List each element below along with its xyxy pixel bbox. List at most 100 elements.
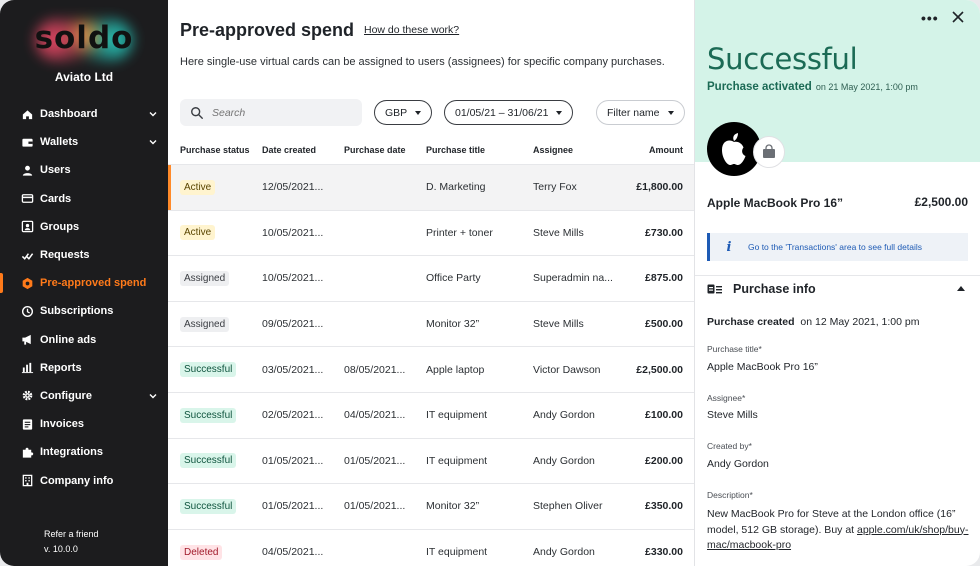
sidebar-item-company-info[interactable]: Company info (0, 466, 168, 494)
date-range-value: 01/05/21 – 31/06/21 (455, 106, 549, 119)
sidebar: soldo Aviato Ltd Dashboard Wallets Users Ca… (0, 0, 168, 566)
column-header[interactable]: Amount (649, 145, 683, 155)
invoices-icon (20, 417, 34, 431)
sidebar-item-reports[interactable]: Reports (0, 354, 168, 382)
currency-value: GBP (385, 106, 408, 119)
column-header[interactable]: Assignee (533, 145, 573, 155)
sidebar-item-users[interactable]: Users (0, 156, 168, 184)
status-badge: Assigned (180, 270, 230, 286)
currency-dropdown[interactable]: GBP (374, 100, 433, 125)
divider (695, 275, 980, 276)
purchase-date-cell: 01/05/2021... (344, 500, 406, 513)
status-cell: Active (180, 225, 216, 241)
column-header[interactable]: Purchase title (426, 145, 485, 155)
caret-up-icon (957, 286, 965, 291)
table-row[interactable]: Successful 01/05/2021... 01/05/2021... Moni… (168, 483, 694, 529)
search-icon (191, 106, 203, 119)
reports-icon (20, 361, 34, 375)
caret-down-icon (667, 110, 674, 115)
date-created-cell: 10/05/2021... (262, 226, 324, 239)
status-cell: Deleted (180, 544, 223, 560)
assignee-cell: Steve Mills (533, 226, 584, 239)
sidebar-item-label: Cards (40, 192, 72, 205)
table-row[interactable]: Active 10/05/2021... Printer + toner Steve … (168, 209, 694, 256)
chevron-down-icon[interactable] (148, 137, 158, 147)
purchase-created-value: on 12 May 2021, 1:00 pm (800, 316, 920, 328)
more-options-icon[interactable]: ••• (921, 10, 939, 26)
created-by-value: Andy Gordon (707, 458, 769, 470)
sidebar-item-groups[interactable]: Groups (0, 213, 168, 241)
chevron-down-icon[interactable] (148, 109, 158, 119)
assignee-cell: Andy Gordon (533, 454, 595, 467)
sidebar-item-subscriptions[interactable]: Subscriptions (0, 297, 168, 325)
info-icon: i (726, 239, 732, 255)
created-by-label: Created by* (707, 441, 752, 451)
column-header[interactable]: Purchase date (344, 145, 406, 155)
sidebar-item-label: Online ads (40, 333, 97, 346)
assignee-value: Steve Mills (707, 409, 758, 421)
table-row[interactable]: Deleted 04/05/2021... IT equipment Andy Gor… (168, 528, 694, 566)
date-range-dropdown[interactable]: 01/05/21 – 31/06/21 (444, 100, 574, 125)
status-cell: Active (180, 179, 216, 195)
status-subtitle-date: on 21 May 2021, 1:00 pm (815, 82, 918, 92)
sidebar-item-label: Pre-approved spend (40, 277, 147, 290)
column-header[interactable]: Date created (262, 145, 316, 155)
purchase-date-cell: 08/05/2021... (344, 363, 406, 376)
sidebar-item-invoices[interactable]: Invoices (0, 410, 168, 438)
page-title: Pre-approved spend (180, 20, 355, 40)
date-created-cell: 03/05/2021... (262, 363, 324, 376)
status-badge: Successful (180, 453, 237, 469)
building-icon (20, 474, 34, 488)
sidebar-item-integrations[interactable]: Integrations (0, 438, 168, 466)
how-do-these-work-link[interactable]: How do these work? (364, 24, 459, 36)
sidebar-item-pre-approved-spend[interactable]: Pre-approved spend (0, 269, 168, 297)
sidebar-item-online-ads[interactable]: Online ads (0, 326, 168, 354)
sidebar-item-label: Configure (40, 389, 92, 402)
status-cell: Successful (180, 362, 237, 378)
purchase-title-cell: Office Party (426, 272, 481, 285)
transactions-info-box[interactable]: i Go to the 'Transactions' area to see f… (707, 233, 968, 261)
table-row[interactable]: Assigned 10/05/2021... Office Party Superad… (168, 255, 694, 301)
assignee-cell: Superadmin na... (533, 272, 613, 285)
purchase-info-toggle[interactable]: Purchase info (707, 281, 969, 297)
filter-name-dropdown[interactable]: Filter name (596, 100, 685, 125)
pre-approved-icon (20, 276, 34, 290)
status-cell: Successful (180, 498, 237, 514)
amount-cell: £200.00 (645, 454, 683, 467)
amount-cell: £330.00 (645, 546, 683, 559)
purchase-title-cell: IT equipment (426, 454, 488, 467)
puzzle-icon (20, 445, 34, 459)
sidebar-item-wallets[interactable]: Wallets (0, 128, 168, 156)
sidebar-item-cards[interactable]: Cards (0, 185, 168, 213)
table-row[interactable]: Successful 01/05/2021... 01/05/2021... IT e… (168, 437, 694, 484)
status-subtitle-label: Purchase activated (707, 81, 812, 93)
amount-cell: £875.00 (645, 272, 683, 285)
purchase-title-cell: Printer + toner (426, 226, 493, 239)
column-header[interactable]: Purchase status (180, 145, 250, 155)
soldo-logo[interactable]: soldo (26, 14, 142, 64)
status-badge: Successful (180, 407, 237, 423)
sidebar-item-label: Requests (40, 249, 90, 262)
table-row[interactable]: Assigned 09/05/2021... Monitor 32” Steve Mi… (168, 300, 694, 347)
table-row[interactable]: Successful 02/05/2021... 04/05/2021... IT e… (168, 392, 694, 438)
table-row[interactable]: Active 12/05/2021... D. Marketing Terry Fox… (168, 164, 694, 210)
purchase-created: Purchase created on 12 May 2021, 1:00 pm (707, 316, 920, 328)
sidebar-item-dashboard[interactable]: Dashboard (0, 100, 168, 128)
search-box[interactable] (180, 99, 362, 126)
app-version: v. 10.0.0 (44, 544, 78, 554)
purchase-title-cell: Monitor 32” (426, 500, 480, 513)
table-row[interactable]: Successful 03/05/2021... 08/05/2021... Appl… (168, 346, 694, 392)
chevron-down-icon[interactable] (148, 391, 158, 401)
date-created-cell: 01/05/2021... (262, 454, 324, 467)
sidebar-item-requests[interactable]: Requests (0, 241, 168, 269)
main-content: Pre-approved spend How do these work? He… (168, 0, 694, 566)
close-icon[interactable] (952, 11, 964, 23)
search-input[interactable] (212, 106, 352, 119)
refer-a-friend-link[interactable]: Refer a friend (44, 529, 99, 539)
status-badge: Deleted (180, 544, 223, 560)
item-amount: £2,500.00 (914, 195, 968, 209)
assignee-cell: Stephen Oliver (533, 500, 603, 513)
sidebar-item-configure[interactable]: Configure (0, 382, 168, 410)
purchase-date-cell: 04/05/2021... (344, 409, 406, 422)
sidebar-item-label: Integrations (40, 446, 103, 459)
